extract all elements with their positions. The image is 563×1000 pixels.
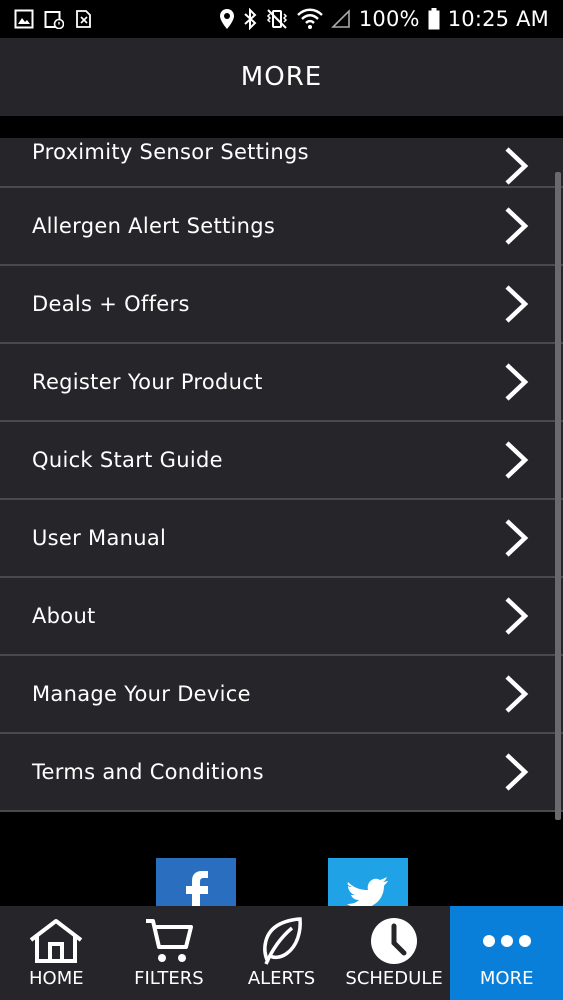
settings-menu-list[interactable]: Proximity Sensor Settings Allergen Alert… — [0, 116, 563, 820]
nav-item-home[interactable]: HOME — [0, 906, 113, 1000]
wifi-icon — [297, 8, 323, 30]
menu-scroll-content: Proximity Sensor Settings Allergen Alert… — [0, 116, 563, 812]
chevron-right-icon — [505, 147, 529, 185]
bottom-navigation: HOME FILTERS ALERTS SCHEDULE MORE — [0, 906, 563, 1000]
app-header: MORE — [0, 38, 563, 116]
social-links — [0, 820, 563, 906]
nav-item-filters[interactable]: FILTERS — [113, 906, 226, 1000]
chevron-right-icon — [505, 675, 529, 713]
nav-label: FILTERS — [134, 968, 204, 989]
status-right: 100% 10:25 AM — [219, 7, 549, 31]
chevron-right-icon — [505, 519, 529, 557]
cellular-signal-icon — [330, 9, 351, 29]
nav-label: MORE — [479, 968, 534, 989]
status-time: 10:25 AM — [447, 7, 549, 31]
chevron-right-icon — [505, 285, 529, 323]
chevron-right-icon — [505, 597, 529, 635]
screen: 100% 10:25 AM MORE Proximity Sensor Sett… — [0, 0, 563, 1000]
chevron-right-icon — [505, 363, 529, 401]
more-dots-icon — [482, 916, 532, 966]
menu-item-proximity-sensor-settings[interactable]: Proximity Sensor Settings — [0, 138, 563, 188]
bluetooth-icon — [243, 8, 257, 30]
menu-item-label: User Manual — [32, 526, 167, 550]
nav-item-alerts[interactable]: ALERTS — [225, 906, 338, 1000]
nav-item-more[interactable]: MORE — [450, 906, 563, 1000]
no-sim-notification-icon — [74, 9, 94, 29]
home-icon — [28, 916, 84, 966]
facebook-icon — [186, 871, 208, 906]
chevron-right-icon — [505, 441, 529, 479]
menu-item-label: Proximity Sensor Settings — [32, 140, 309, 164]
nav-label: SCHEDULE — [345, 968, 443, 989]
menu-item-terms-and-conditions[interactable]: Terms and Conditions — [0, 734, 563, 812]
menu-item-label: Allergen Alert Settings — [32, 214, 276, 238]
status-bar: 100% 10:25 AM — [0, 0, 563, 38]
page-title: MORE — [240, 62, 323, 92]
nav-item-schedule[interactable]: SCHEDULE — [338, 906, 451, 1000]
vibrate-mute-icon — [265, 8, 289, 30]
menu-item-user-manual[interactable]: User Manual — [0, 500, 563, 578]
menu-item-register-your-product[interactable]: Register Your Product — [0, 344, 563, 422]
menu-item-about[interactable]: About — [0, 578, 563, 656]
menu-item-manage-your-device[interactable]: Manage Your Device — [0, 656, 563, 734]
twitter-button[interactable] — [328, 858, 408, 906]
menu-item-label: Deals + Offers — [32, 292, 190, 316]
menu-item-quick-start-guide[interactable]: Quick Start Guide — [0, 422, 563, 500]
location-icon — [219, 8, 235, 30]
menu-item-label: Manage Your Device — [32, 682, 251, 706]
chevron-right-icon — [505, 753, 529, 791]
facebook-button[interactable] — [156, 858, 236, 906]
status-left — [14, 9, 94, 29]
menu-top-spacer — [0, 116, 563, 138]
chevron-right-icon — [505, 207, 529, 245]
cart-icon — [144, 916, 194, 966]
menu-item-label: Quick Start Guide — [32, 448, 223, 472]
nav-label: HOME — [28, 968, 84, 989]
menu-item-allergen-alert-settings[interactable]: Allergen Alert Settings — [0, 188, 563, 266]
twitter-icon — [347, 877, 388, 906]
scrollbar[interactable] — [555, 172, 561, 820]
nav-label: ALERTS — [247, 968, 316, 989]
battery-percentage: 100% — [358, 7, 420, 31]
leaf-icon — [258, 916, 304, 966]
calendar-notification-icon — [44, 9, 64, 29]
menu-item-label: Terms and Conditions — [32, 760, 264, 784]
clock-icon — [370, 916, 418, 966]
menu-item-deals-offers[interactable]: Deals + Offers — [0, 266, 563, 344]
gallery-notification-icon — [14, 9, 34, 29]
battery-icon — [428, 8, 440, 30]
menu-item-label: About — [32, 604, 96, 628]
menu-item-label: Register Your Product — [32, 370, 263, 394]
